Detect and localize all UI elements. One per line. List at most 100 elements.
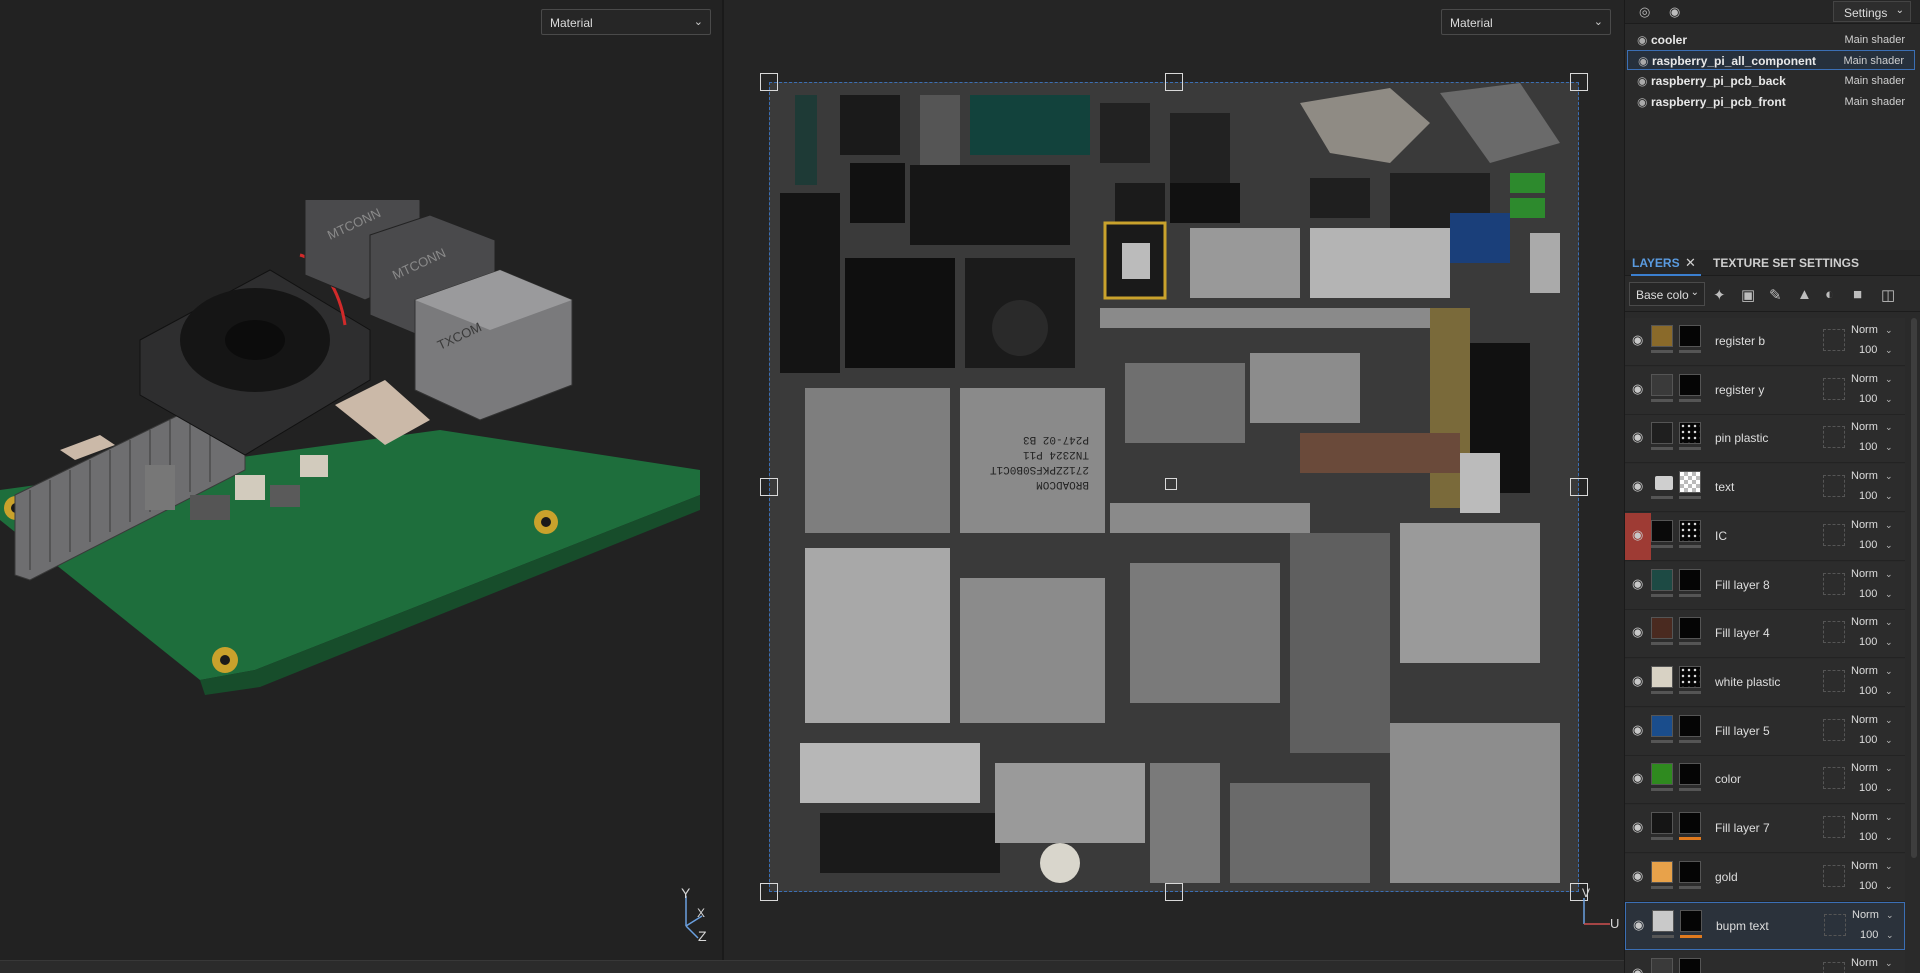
layer-blend-mode[interactable]: Norm [1851, 762, 1878, 774]
layer-visibility-toggle[interactable]: ◉ [1626, 903, 1652, 950]
layer-blend-mode[interactable]: Norm [1851, 373, 1878, 385]
mask-icon[interactable]: ▣ [1741, 286, 1755, 304]
paint-layer-icon[interactable]: ✎ [1769, 286, 1782, 304]
transform-handle-tl[interactable] [760, 73, 778, 91]
layer-effect-slot[interactable] [1823, 426, 1845, 449]
layer-color-swatch[interactable] [1651, 325, 1673, 347]
transform-handle-bl[interactable] [760, 883, 778, 901]
layer-color-swatch[interactable] [1652, 910, 1674, 933]
layer-row[interactable]: ◉ bupm text Norm ⌄ 100 ⌄ [1625, 902, 1905, 951]
layer-row[interactable]: ◉ text Norm ⌄ 100 ⌄ [1625, 464, 1905, 513]
layer-name[interactable]: Fill layer 4 [1715, 626, 1770, 640]
layer-row[interactable]: ◉ Fill layer 4 Norm ⌄ 100 ⌄ [1625, 610, 1905, 659]
layer-name[interactable]: color [1715, 772, 1741, 786]
layer-effect-slot[interactable] [1823, 767, 1845, 790]
transform-handle-tr[interactable] [1570, 73, 1588, 91]
eye-icon[interactable]: ◉ [1632, 819, 1643, 835]
layer-opacity[interactable]: 100 [1859, 782, 1877, 794]
layer-effect-slot[interactable] [1823, 572, 1845, 595]
fill-layer-icon[interactable]: ▲ [1797, 286, 1812, 303]
layer-visibility-toggle[interactable]: ◉ [1625, 512, 1651, 560]
layer-color-swatch[interactable] [1651, 519, 1673, 542]
chevron-down-icon[interactable]: ⌄ [1885, 666, 1893, 677]
layer-mask-thumbnail[interactable] [1679, 763, 1701, 786]
chevron-down-icon[interactable]: ⌄ [1885, 686, 1893, 697]
layer-name[interactable]: text [1715, 480, 1734, 494]
layer-row[interactable]: ◉ gold Norm ⌄ 100 ⌄ [1625, 853, 1905, 902]
chevron-down-icon[interactable]: ⌄ [1885, 540, 1893, 551]
texture-set-cooler[interactable]: ◉ cooler Main shader [1627, 30, 1915, 50]
eye-crossed-icon[interactable]: ◎ [1639, 4, 1650, 20]
layer-mask-thumbnail[interactable] [1679, 958, 1701, 973]
layer-color-swatch[interactable] [1651, 763, 1673, 786]
chevron-down-icon[interactable]: ⌄ [1885, 394, 1893, 405]
eye-icon[interactable]: ◉ [1632, 527, 1643, 543]
texture-set-raspberry-pi-all-component[interactable]: ◉ raspberry_pi_all_component Main shader [1627, 50, 1915, 70]
layer-color-swatch[interactable] [1651, 568, 1673, 591]
layer-visibility-toggle[interactable]: ◉ [1625, 756, 1651, 803]
layer-row[interactable]: ◉ Fill layer 5 Norm ⌄ 100 ⌄ [1625, 707, 1905, 756]
layer-name[interactable]: pin plastic [1715, 431, 1768, 445]
layer-mask-thumbnail[interactable] [1679, 568, 1701, 591]
eye-icon[interactable]: ◉ [1632, 576, 1643, 592]
layer-opacity[interactable]: 100 [1859, 734, 1877, 746]
layer-opacity[interactable]: 100 [1859, 685, 1877, 697]
layer-visibility-toggle[interactable]: ◉ [1625, 951, 1651, 973]
chevron-down-icon[interactable]: ⌄ [1885, 958, 1893, 969]
layer-mask-thumbnail[interactable] [1679, 665, 1701, 688]
chevron-down-icon[interactable]: ⌄ [1885, 715, 1893, 726]
layer-opacity[interactable]: 100 [1860, 929, 1878, 941]
layer-row[interactable]: ◉ Norm ⌄ [1625, 951, 1905, 973]
folder-icon[interactable]: ■ [1853, 286, 1862, 303]
layer-visibility-toggle[interactable]: ◉ [1625, 708, 1651, 755]
close-icon[interactable]: ✕ [1685, 255, 1696, 271]
chevron-down-icon[interactable]: ⌄ [1885, 345, 1893, 356]
chevron-down-icon[interactable]: ⌄ [1885, 471, 1893, 482]
transform-handle-b[interactable] [1165, 883, 1183, 901]
layer-effect-slot[interactable] [1823, 962, 1845, 973]
layer-mask-thumbnail[interactable] [1679, 325, 1701, 347]
eye-icon[interactable]: ◉ [1637, 33, 1647, 47]
layer-effect-slot[interactable] [1823, 864, 1845, 887]
layer-blend-mode[interactable]: Norm [1851, 860, 1878, 872]
layer-row[interactable]: ◉ white plastic Norm ⌄ 100 ⌄ [1625, 658, 1905, 707]
layer-mask-thumbnail[interactable] [1679, 373, 1701, 396]
layer-blend-mode[interactable]: Norm [1851, 421, 1878, 433]
chevron-down-icon[interactable]: ⌄ [1886, 910, 1894, 921]
layer-row[interactable]: ◉ register b Norm ⌄ 100 ⌄ [1625, 318, 1905, 366]
transform-handle-t[interactable] [1165, 73, 1183, 91]
add-effect-icon[interactable]: ✦ [1713, 286, 1726, 304]
layer-row[interactable]: ◉ color Norm ⌄ 100 ⌄ [1625, 756, 1905, 805]
layer-name[interactable]: register b [1715, 334, 1765, 348]
layer-effect-slot[interactable] [1824, 914, 1846, 937]
layer-color-swatch[interactable] [1651, 714, 1673, 737]
layer-mask-thumbnail[interactable] [1679, 617, 1701, 640]
layer-opacity[interactable]: 100 [1859, 588, 1877, 600]
eye-icon[interactable]: ◉ [1637, 74, 1647, 88]
viewport-3d[interactable]: Material ⌄ MTCONN MTCONN TXCOM Y X Z [0, 0, 722, 960]
layer-opacity[interactable]: 100 [1859, 393, 1877, 405]
channel-select[interactable]: Base colo ⌄ [1629, 282, 1705, 306]
layer-opacity[interactable]: 100 [1859, 636, 1877, 648]
eye-icon[interactable]: ◉ [1669, 4, 1680, 20]
chevron-down-icon[interactable]: ⌄ [1885, 763, 1893, 774]
chevron-down-icon[interactable]: ⌄ [1885, 442, 1893, 453]
material-dropdown-3d[interactable]: Material ⌄ [541, 9, 711, 35]
layer-effect-slot[interactable] [1823, 718, 1845, 741]
eye-icon[interactable]: ◉ [1632, 624, 1643, 640]
layer-visibility-toggle[interactable]: ◉ [1625, 318, 1651, 365]
eye-icon[interactable]: ◉ [1632, 770, 1643, 786]
layer-blend-mode[interactable]: Norm [1851, 324, 1878, 336]
chevron-down-icon[interactable]: ⌄ [1885, 422, 1893, 433]
chevron-down-icon[interactable]: ⌄ [1885, 325, 1893, 336]
layer-name[interactable]: white plastic [1715, 675, 1780, 689]
layer-blend-mode[interactable]: Norm [1851, 519, 1878, 531]
chevron-down-icon[interactable]: ⌄ [1885, 735, 1893, 746]
transform-handle-r[interactable] [1570, 478, 1588, 496]
chevron-down-icon[interactable]: ⌄ [1885, 832, 1893, 843]
chevron-down-icon[interactable]: ⌄ [1885, 861, 1893, 872]
layer-name[interactable]: IC [1715, 529, 1727, 543]
layer-name[interactable]: Fill layer 8 [1715, 578, 1770, 592]
layer-row[interactable]: ◉ Fill layer 7 Norm ⌄ 100 ⌄ [1625, 805, 1905, 853]
layer-visibility-toggle[interactable]: ◉ [1625, 854, 1651, 901]
